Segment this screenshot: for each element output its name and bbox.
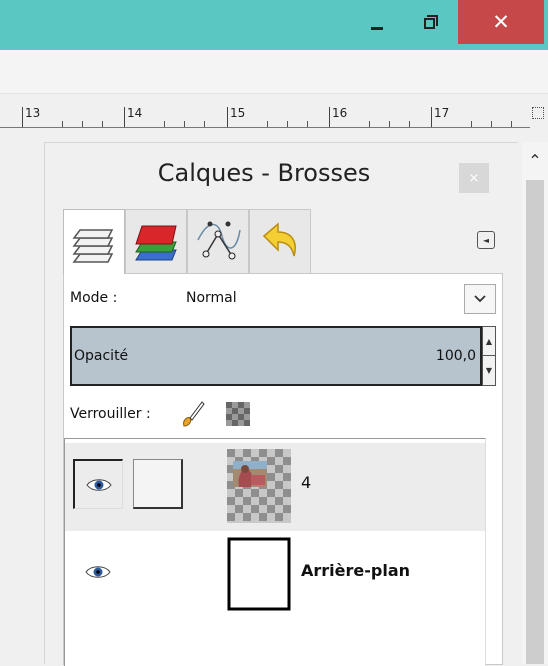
triangle-up-icon: ▲ <box>485 336 493 346</box>
chevron-down-icon <box>474 295 486 303</box>
tab-paths[interactable] <box>187 209 249 273</box>
scroll-up-button[interactable]: ⌃ <box>522 142 548 178</box>
tab-channels[interactable] <box>125 209 187 273</box>
vertical-scrollbar[interactable]: ⌃ <box>522 142 548 664</box>
window-titlebar: ✕ <box>0 0 548 50</box>
tab-layers[interactable] <box>63 209 125 274</box>
mode-dropdown-button[interactable] <box>464 284 496 314</box>
undo-icon <box>262 222 296 257</box>
layer-name[interactable]: 4 <box>301 473 311 492</box>
scroll-track[interactable] <box>526 180 544 664</box>
dock-title: Calques - Brosses <box>157 159 371 187</box>
tab-undo-history[interactable] <box>249 209 311 273</box>
opacity-spinner[interactable]: ▲ ▼ <box>482 326 496 386</box>
minimize-button[interactable] <box>354 0 400 44</box>
layer-name[interactable]: Arrière-plan <box>301 561 410 580</box>
channels-icon <box>135 225 177 261</box>
paths-icon <box>197 221 241 260</box>
spin-down-button[interactable]: ▼ <box>483 356 495 385</box>
chevron-up-icon: ⌃ <box>528 150 542 170</box>
mode-label: Mode : <box>70 290 118 306</box>
navigate-icon <box>532 107 544 119</box>
visibility-toggle[interactable] <box>73 459 123 509</box>
eye-icon <box>85 566 111 578</box>
checkerboard-icon <box>226 402 250 426</box>
mode-value[interactable]: Normal <box>186 290 386 306</box>
eye-icon <box>85 478 112 491</box>
triangle-down-icon: ▼ <box>485 366 493 375</box>
menubar <box>0 50 548 94</box>
ruler-label: 17 <box>431 107 449 127</box>
lock-pixels-toggle[interactable] <box>180 398 206 428</box>
opacity-value: 100,0 <box>435 348 476 364</box>
maximize-button[interactable] <box>408 0 454 44</box>
layer-row[interactable]: 4 <box>65 443 485 531</box>
restore-icon <box>424 15 438 29</box>
opacity-slider[interactable]: Opacité 100,0 <box>70 326 482 386</box>
dock-tabs: ◄ <box>63 209 503 274</box>
lock-label: Verrouiller : <box>70 406 151 422</box>
lock-row: Verrouiller : <box>70 398 370 428</box>
tab-menu-button[interactable]: ◄ <box>477 231 495 249</box>
opacity-label: Opacité <box>74 348 129 364</box>
layer-thumbnail <box>227 537 291 611</box>
close-icon: ✕ <box>492 10 510 34</box>
layers-icon <box>72 229 114 263</box>
layer-thumbnail <box>227 449 291 523</box>
lock-alpha-toggle[interactable] <box>226 402 250 426</box>
ruler-label: 13 <box>22 107 40 127</box>
spin-up-button[interactable]: ▲ <box>483 327 495 356</box>
ruler-label: 16 <box>329 107 347 127</box>
ruler-label: 15 <box>227 107 245 127</box>
ruler-label: 14 <box>124 107 142 127</box>
triangle-left-icon: ◄ <box>482 235 490 245</box>
close-icon: × <box>468 170 480 186</box>
minimize-icon <box>371 26 383 30</box>
layers-panel: Mode : Normal Opacité 100,0 ▲ ▼ Verrouil… <box>63 273 503 666</box>
canvas-edge <box>0 128 44 664</box>
navigate-button[interactable] <box>530 104 548 128</box>
close-window-button[interactable]: ✕ <box>458 0 544 44</box>
paintbrush-icon <box>183 401 205 427</box>
visibility-toggle[interactable] <box>73 547 123 597</box>
layer-row[interactable]: Arrière-plan <box>65 531 485 619</box>
layers-dock: Calques - Brosses × ◄ Mode: Normal Opac… <box>44 142 518 666</box>
chain-toggle[interactable] <box>133 459 183 509</box>
layers-list: 4 Arrière-plan <box>64 438 486 666</box>
dock-close-button[interactable]: × <box>459 163 489 193</box>
horizontal-ruler: 13 14 15 16 17 <box>0 102 530 128</box>
